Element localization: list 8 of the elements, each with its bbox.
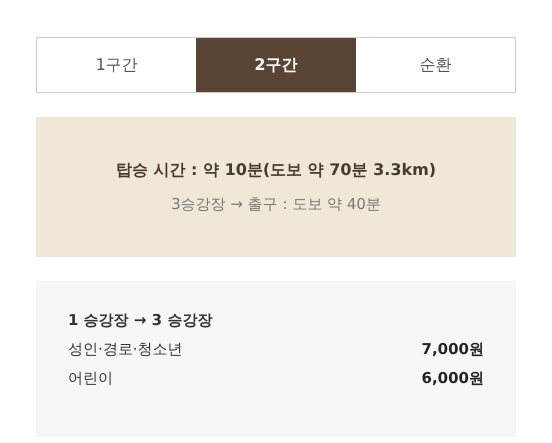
fare-label: 어린이 bbox=[68, 369, 113, 388]
fare-price: 7,000원 bbox=[422, 340, 484, 359]
route-title: 1 승강장 → 3 승강장 bbox=[68, 311, 214, 330]
boarding-time-text: 탑승 시간 : 약 10분(도보 약 70분 3.3km) bbox=[116, 160, 436, 181]
fare-price: 6,000원 bbox=[422, 369, 484, 388]
fare-label: 성인·경로·청소년 bbox=[68, 340, 183, 359]
walking-time-text: 3승강장 → 출구 : 도보 약 40분 bbox=[171, 195, 381, 214]
tab[interactable]: 2구간 bbox=[196, 38, 356, 92]
